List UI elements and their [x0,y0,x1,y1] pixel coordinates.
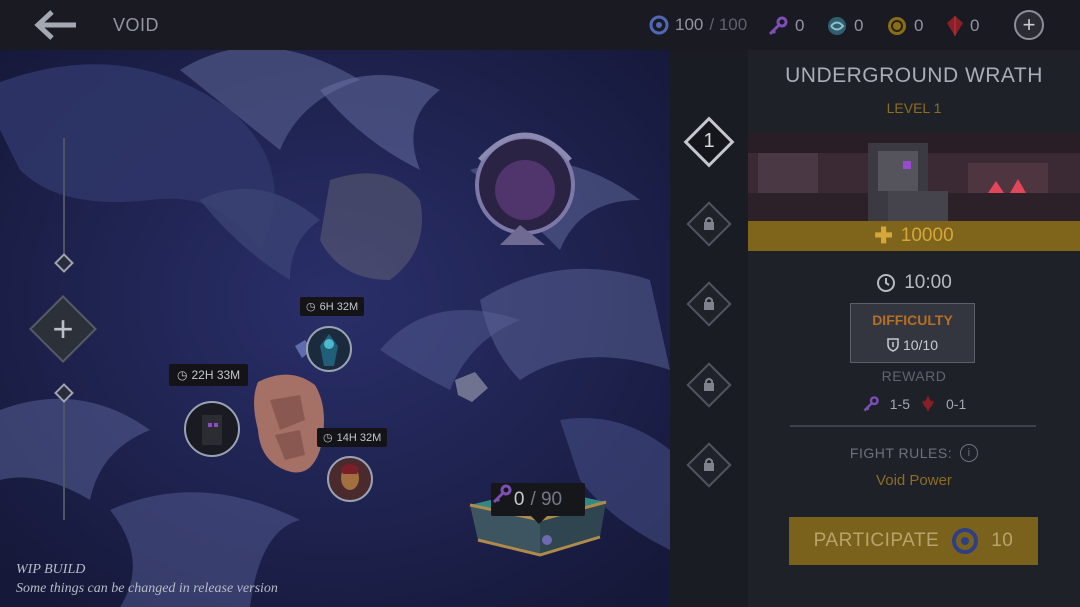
stage-cost-value: 10000 [900,225,954,246]
shield-icon [887,338,899,352]
stage-detail-panel: UNDERGROUND WRATH LEVEL 1 ✚ 10000 10:00 … [748,50,1080,607]
wip-notice: WIP BUILD Some things can be changed in … [16,560,278,598]
stage-title: UNDERGROUND WRATH [785,64,1043,87]
gem-icon [947,16,963,36]
timer-text: 22H 33M [191,368,241,382]
wip-title: WIP BUILD [16,562,86,577]
timer-text: 14H 32M [336,431,382,444]
difficulty-label: DIFFICULTY [872,312,953,328]
coins-value: 0 [914,16,924,35]
fight-rules-value: Void Power [876,472,952,489]
orb-icon [828,17,846,35]
key-icon [492,484,512,504]
hero-portrait-icon [341,464,359,490]
boss-banner-image [748,133,1080,221]
reward-items: 1-5 0-1 [748,395,1080,413]
boss-scene [748,133,1080,221]
gems-value: 0 [970,16,980,35]
key-progress-max: / 90 [530,488,563,510]
stage-cost-bar: ✚ 10000 [748,221,1080,251]
add-currency-button[interactable]: + [1014,10,1044,40]
hero-portrait-icon [320,334,338,366]
participate-button[interactable]: PARTICIPATE 10 [789,517,1038,565]
difficulty-value: 10/10 [902,337,939,353]
energy-current: 100 [675,15,704,34]
lock-icon [704,297,714,310]
level-locked-button[interactable] [686,442,732,488]
reward-label: REWARD [881,368,947,384]
energy-icon [649,15,669,35]
clock-icon: ◷ [177,368,188,382]
node-timer: ◷ 22H 33M [169,364,249,386]
energy-max: / 100 [709,15,748,34]
stage-time-value: 10:00 [904,272,952,293]
screen-title: VOID [113,15,160,35]
energy-icon [952,528,979,554]
top-bar: VOID 100 / 100 0 0 0 0 + [0,0,1080,50]
clock-icon: ◷ [323,432,333,444]
key-progress-current: 0 [513,488,525,510]
plus-icon: + [1022,12,1036,37]
reward-keys-range: 1-5 [889,396,910,412]
energy-counter: 100 / 100 [649,15,747,35]
shard-icon [922,396,934,412]
key-icon [768,16,788,36]
cross-icon: ✚ [874,223,893,248]
difficulty-box[interactable]: DIFFICULTY 10/10 [850,303,975,363]
coin-icon [888,17,906,35]
fight-rules-row: FIGHT RULES: i [748,444,1080,462]
fight-rules-label: FIGHT RULES: [849,445,953,461]
level-selector: 1 [670,50,748,607]
back-button[interactable] [30,8,86,42]
void-map[interactable]: + ◷ 6H 32M ◷ 22H 33M ◷ 14H 32M 0 / 90 WI… [0,50,670,607]
keys-counter: 0 [767,15,804,37]
level-locked-button[interactable] [686,281,732,327]
zoom-slider-track-bottom [63,400,65,520]
clock-icon: ◷ [306,301,316,313]
panel-divider [790,425,1036,427]
map-node-hero[interactable] [306,326,352,372]
key-progress-tag: 0 / 90 [491,483,585,524]
map-node-hero[interactable] [184,401,240,457]
plus-icon: + [52,308,74,349]
map-node-hero[interactable] [327,456,373,502]
orbs-value: 0 [854,16,864,35]
stage-level: LEVEL 1 [886,100,942,116]
participate-label: PARTICIPATE [813,530,940,551]
back-arrow-icon [34,10,76,40]
wip-subtitle: Some things can be changed in release ve… [16,581,278,596]
node-timer: ◷ 14H 32M [317,428,388,447]
coins-counter: 0 [886,15,923,37]
gems-counter: 0 [946,15,979,37]
timer-text: 6H 32M [319,300,359,313]
key-icon [863,396,879,412]
keys-value: 0 [795,16,805,35]
lock-icon [704,217,714,230]
level-1-button[interactable]: 1 [683,116,735,168]
level-locked-button[interactable] [686,362,732,408]
node-timer: ◷ 6H 32M [300,297,365,316]
level-locked-button[interactable] [686,201,732,247]
reward-shards-range: 0-1 [946,396,967,412]
lock-icon [704,458,714,471]
info-icon[interactable]: i [960,444,979,462]
zoom-in-button[interactable]: + [29,295,97,363]
difficulty-value-row: 10/10 [851,337,974,353]
lock-icon [704,378,714,391]
orbs-counter: 0 [826,15,863,37]
zoom-slider-track-top [63,138,65,258]
participate-cost: 10 [991,530,1014,551]
clock-icon [877,274,896,292]
hero-portrait-icon [202,415,222,445]
level-number: 1 [703,130,715,152]
stage-time: 10:00 [748,272,1080,294]
